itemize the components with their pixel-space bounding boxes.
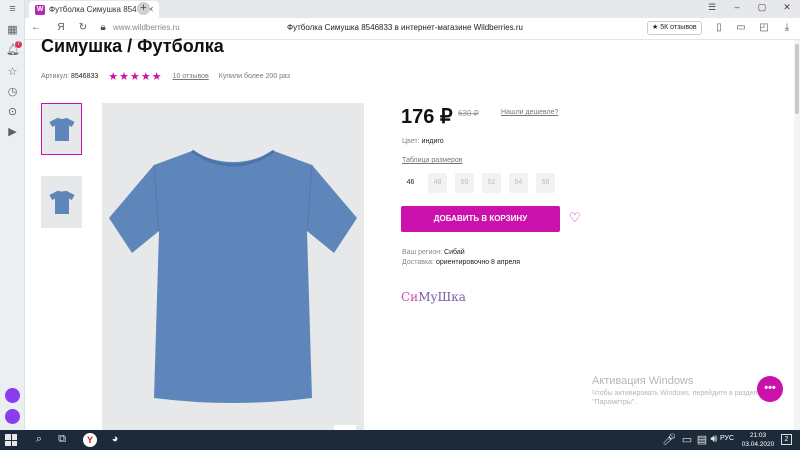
add-to-cart-button[interactable]: ДОБАВИТЬ В КОРЗИНУ	[401, 206, 560, 232]
back-icon[interactable]: ←	[30, 22, 42, 33]
article-value: 8546833	[71, 73, 99, 80]
alice-assistant-icon[interactable]	[5, 388, 20, 403]
close-window-icon[interactable]: ✕	[780, 2, 794, 13]
wildberries-favicon: W	[35, 5, 45, 15]
battery-saver-icon[interactable]: ▭	[735, 22, 747, 33]
color-info: Цвет: индиго	[402, 138, 444, 145]
purchase-count: Купили более 200 раз	[218, 73, 291, 80]
bookmarks-icon[interactable]: ☆	[6, 66, 19, 79]
task-view-icon[interactable]: ⧉	[55, 433, 69, 446]
minimize-icon[interactable]: –	[730, 2, 744, 12]
protect-icon[interactable]: ◰	[758, 22, 770, 33]
language-indicator[interactable]: РУС	[720, 435, 734, 442]
brand-logo-part-b: МуШка	[418, 290, 466, 304]
url-field[interactable]: www.wildberries.ru	[113, 23, 180, 32]
maximize-icon[interactable]: ▢	[755, 2, 769, 13]
size-table-link[interactable]: Таблица размеров	[402, 157, 463, 164]
history-icon[interactable]: ◷	[6, 86, 19, 99]
size-selector: 46 48 50 52 54 56	[401, 173, 555, 193]
battery-icon[interactable]: ▭	[680, 433, 694, 446]
old-price: 630 ₽	[458, 109, 479, 118]
lock-icon: 🔒︎	[100, 22, 106, 33]
article-label: Артикул:	[41, 73, 70, 80]
size-option[interactable]: 48	[428, 173, 447, 193]
region-info: Ваш регион: Сибай	[402, 249, 465, 256]
tshirt-thumb-icon	[48, 117, 75, 142]
region-label: Ваш регион:	[402, 249, 443, 256]
delivery-info: Доставка: ориентировочно 8 апреля	[402, 259, 520, 266]
system-clock[interactable]: 21:03 03.04.2020	[740, 431, 776, 449]
color-label: Цвет:	[402, 138, 420, 145]
article-number: Артикул: 8546833	[41, 73, 98, 80]
size-option[interactable]: 54	[509, 173, 528, 193]
alice-assistant-icon-2[interactable]	[5, 409, 20, 424]
size-option[interactable]: 50	[455, 173, 474, 193]
tab-title: Футболка Симушка 854…	[49, 5, 145, 14]
color-value: индиго	[421, 138, 444, 145]
size-option[interactable]: 46	[401, 173, 420, 193]
windows-start-icon[interactable]	[5, 434, 17, 446]
windows-taskbar: ⌕ ⧉ Y ◕ 🎤︎ ▭ ▤ 🔊︎ РУС 21:03 03.04.2020 2	[0, 430, 800, 450]
reviews-link[interactable]: 10 отзывов	[173, 73, 209, 80]
product-title: Симушка / Футболка	[41, 36, 224, 56]
product-meta: Артикул: 8546833 ★★★★★ 10 отзывов Купили…	[41, 70, 290, 83]
yandex-browser-taskbar-icon[interactable]: Y	[83, 433, 97, 447]
page-title-in-bar: Футболка Симушка 8546833 в интернет-мага…	[287, 23, 523, 32]
collections-icon[interactable]: ▦	[6, 24, 19, 37]
new-tab-button[interactable]: +	[137, 2, 150, 15]
favorite-heart-icon[interactable]: ♡	[569, 210, 581, 226]
scrollbar-thumb[interactable]	[795, 44, 799, 114]
delivery-label: Доставка:	[402, 259, 435, 266]
page-scrollbar[interactable]	[794, 40, 800, 430]
brand-logo[interactable]: СиМуШка	[401, 290, 466, 304]
thumbnail-front[interactable]	[41, 103, 82, 155]
yandex-home-icon[interactable]: Я	[55, 22, 67, 33]
size-option[interactable]: 56	[536, 173, 555, 193]
current-price: 176 ₽	[401, 106, 453, 128]
search-icon[interactable]: ⌕	[32, 433, 46, 446]
chat-button[interactable]: •••	[757, 376, 783, 402]
reload-icon[interactable]: ↻	[77, 22, 89, 33]
tab-strip: W Футболка Симушка 854… ✕ + ☰ – ▢ ✕	[25, 0, 800, 18]
reader-mode-icon[interactable]: ▯	[713, 22, 725, 33]
rating-stars: ★★★★★	[108, 71, 163, 83]
media-icon[interactable]: ▶	[6, 126, 19, 139]
size-option[interactable]: 52	[482, 173, 501, 193]
action-center-icon[interactable]: 2	[781, 434, 792, 445]
tshirt-back-thumb-icon	[48, 190, 75, 215]
thumbnail-back[interactable]	[41, 176, 82, 228]
clock-date: 03.04.2020	[741, 441, 775, 448]
delivery-value: ориентировочно 8 апреля	[435, 259, 521, 266]
region-value[interactable]: Сибай	[444, 249, 465, 256]
clock-time: 21:03	[749, 432, 767, 439]
tshirt-photo	[109, 149, 357, 403]
brand-logo-part-a: Си	[401, 290, 419, 304]
volume-icon[interactable]: 🔊︎	[707, 433, 721, 446]
browser-sidebar: ≡ ▦ 🔔︎ 7 ☆ ◷ ⊙ ▶	[0, 0, 25, 430]
notifications-badge: 7	[15, 41, 22, 48]
product-main-image[interactable]	[102, 103, 364, 433]
download-icon[interactable]: ⤓	[781, 22, 793, 33]
tabs-menu-icon[interactable]: ☰	[705, 2, 719, 13]
app-taskbar-icon[interactable]: ◕	[108, 433, 122, 445]
mic-icon[interactable]: 🎤︎	[662, 433, 676, 446]
site-reviews-badge[interactable]: ★ 5К отзывов	[647, 21, 702, 35]
yandex-menu-icon[interactable]: ≡	[6, 3, 19, 16]
found-cheaper-link[interactable]: Нашли дешевле?	[501, 109, 558, 116]
downloads-icon[interactable]: ⊙	[6, 106, 19, 119]
